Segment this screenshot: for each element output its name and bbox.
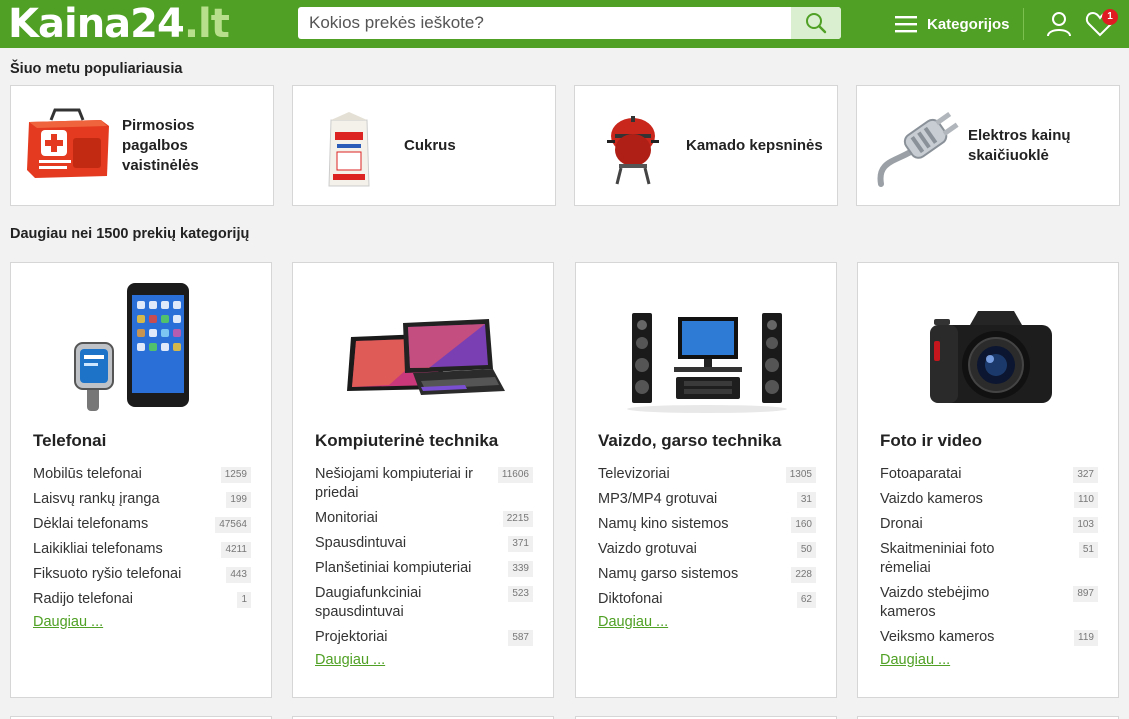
count-badge: 47564: [215, 517, 251, 533]
count-badge: 339: [508, 561, 533, 577]
category-title: Foto ir video: [880, 431, 982, 450]
category-list: Nešiojami kompiuteriai ir priedai 11606 M…: [315, 465, 533, 668]
category-link[interactable]: Vaizdo kameros 110: [880, 490, 1098, 509]
search-button[interactable]: [791, 7, 841, 39]
logo-main: Kaina24: [8, 1, 185, 47]
category-link[interactable]: MP3/MP4 grotuvai 31: [598, 490, 816, 509]
home-theater-icon: [627, 313, 787, 413]
count-badge: 228: [791, 567, 816, 583]
kamado-grill-icon: [607, 116, 659, 185]
category-link[interactable]: Projektoriai 587: [315, 628, 533, 647]
category-title: Vaizdo, garso technika: [598, 431, 782, 450]
count-badge: 1259: [220, 467, 251, 483]
category-link[interactable]: Laisvų rankų įranga 199: [33, 490, 251, 509]
category-link[interactable]: Fiksuoto ryšio telefonai 443: [33, 565, 251, 584]
category-link[interactable]: Vaizdo grotuvai 50: [598, 540, 816, 559]
sugar-bag-icon: [328, 112, 370, 187]
user-icon[interactable]: [1045, 10, 1073, 38]
popular-item-sugar[interactable]: Cukrus: [292, 85, 556, 206]
laptop-tablet-icon: [347, 319, 505, 395]
count-badge: 587: [508, 630, 533, 646]
count-badge: 119: [1074, 630, 1098, 646]
category-card-audio-video: Vaizdo, garso technika Televizoriai 1305 …: [575, 262, 837, 698]
header-bar: Kaina24.lt Kategorijos 1: [0, 0, 1129, 48]
count-badge: 4211: [221, 542, 251, 558]
category-list: Fotoaparatai 327 Vaizdo kameros 110 Dronai…: [880, 465, 1098, 668]
category-link[interactable]: Planšetiniai kompiuteriai 339: [315, 559, 533, 578]
category-link[interactable]: Namų garso sistemos 228: [598, 565, 816, 584]
category-link[interactable]: Dėklai telefonams 47564: [33, 515, 251, 534]
category-card-phones: Telefonai Mobilūs telefonai 1259 Laisvų r…: [10, 262, 272, 698]
category-list: Televizoriai 1305 MP3/MP4 grotuvai 31 Namų…: [598, 465, 816, 630]
count-badge: 199: [226, 492, 251, 508]
category-link[interactable]: Daugiafunkciniai spausdintuvai 523: [315, 584, 533, 622]
more-link[interactable]: Daugiau ...: [598, 614, 816, 630]
popular-item-label: Elektros kainų skaičiuoklė: [968, 126, 1071, 164]
site-logo[interactable]: Kaina24 .lt: [8, 0, 230, 48]
category-title: Kompiuterinė technika: [315, 431, 499, 450]
popular-item-kamado[interactable]: Kamado kepsninės: [574, 85, 838, 206]
category-link[interactable]: Dronai 103: [880, 515, 1098, 534]
category-link[interactable]: Vaizdo stebėjimo kameros 897: [880, 584, 1098, 622]
logo-tld: .lt: [183, 1, 230, 47]
count-badge: 103: [1073, 517, 1098, 533]
count-badge: 11606: [497, 467, 533, 483]
category-link[interactable]: Radijo telefonai 1: [33, 590, 251, 609]
count-badge: 897: [1073, 586, 1098, 602]
more-link[interactable]: Daugiau ...: [880, 652, 1098, 668]
count-badge: 50: [796, 542, 816, 558]
count-badge: 51: [1078, 542, 1098, 558]
camera-icon: [930, 311, 1052, 403]
category-link[interactable]: Namų kino sistemos 160: [598, 515, 816, 534]
count-badge: 523: [508, 586, 533, 602]
count-badge: 443: [226, 567, 251, 583]
categories-section-title: Daugiau nei 1500 prekių kategorijų: [10, 226, 250, 242]
more-link[interactable]: Daugiau ...: [315, 652, 533, 668]
header-divider: [1023, 8, 1024, 40]
popular-item-label: Kamado kepsninės: [686, 136, 823, 154]
wishlist-badge: 1: [1102, 9, 1118, 25]
more-link[interactable]: Daugiau ...: [33, 614, 251, 630]
category-card-photo-video: Foto ir video Fotoaparatai 327 Vaizdo kam…: [857, 262, 1119, 698]
first-aid-kit-icon: [27, 108, 109, 178]
category-link[interactable]: Fotoaparatai 327: [880, 465, 1098, 484]
category-link[interactable]: Spausdintuvai 371: [315, 534, 533, 553]
popular-item-electricity[interactable]: Elektros kainų skaičiuoklė: [856, 85, 1120, 206]
category-link[interactable]: Televizoriai 1305: [598, 465, 816, 484]
count-badge: 1: [237, 592, 251, 608]
search-input[interactable]: [298, 7, 791, 39]
category-list: Mobilūs telefonai 1259 Laisvų rankų įrang…: [33, 465, 251, 630]
menu-icon: [895, 15, 917, 33]
count-badge: 31: [796, 492, 816, 508]
category-link[interactable]: Mobilūs telefonai 1259: [33, 465, 251, 484]
category-link[interactable]: Veiksmo kameros 119: [880, 628, 1098, 647]
menu-label: Kategorijos: [927, 15, 1010, 33]
count-badge: 327: [1073, 467, 1098, 483]
popular-section-title: Šiuo metu populiariausia: [10, 61, 183, 77]
count-badge: 371: [508, 536, 533, 552]
category-title: Telefonai: [33, 431, 107, 450]
popular-item-first-aid[interactable]: Pirmosios pagalbos vaistinėlės: [10, 85, 274, 206]
search-box: [298, 7, 841, 39]
popular-item-label: Cukrus: [404, 136, 456, 154]
count-badge: 110: [1074, 492, 1098, 508]
category-link[interactable]: Monitoriai 2215: [315, 509, 533, 528]
phone-watch-icon: [74, 283, 189, 411]
category-link[interactable]: Diktofonai 62: [598, 590, 816, 609]
category-card-computers: Kompiuterinė technika Nešiojami kompiute…: [292, 262, 554, 698]
categories-menu-button[interactable]: Kategorijos: [895, 10, 1010, 38]
category-link[interactable]: Nešiojami kompiuteriai ir priedai 11606: [315, 465, 533, 503]
category-link[interactable]: Laikikliai telefonams 4211: [33, 540, 251, 559]
count-badge: 160: [791, 517, 816, 533]
count-badge: 1305: [785, 467, 816, 483]
popular-item-label: Pirmosios pagalbos vaistinėlės: [122, 116, 199, 174]
count-badge: 62: [796, 592, 816, 608]
electric-plug-icon: [877, 111, 959, 187]
search-icon: [806, 13, 827, 34]
category-link[interactable]: Skaitmeniniai foto rėmeliai 51: [880, 540, 1098, 578]
count-badge: 2215: [502, 511, 533, 527]
